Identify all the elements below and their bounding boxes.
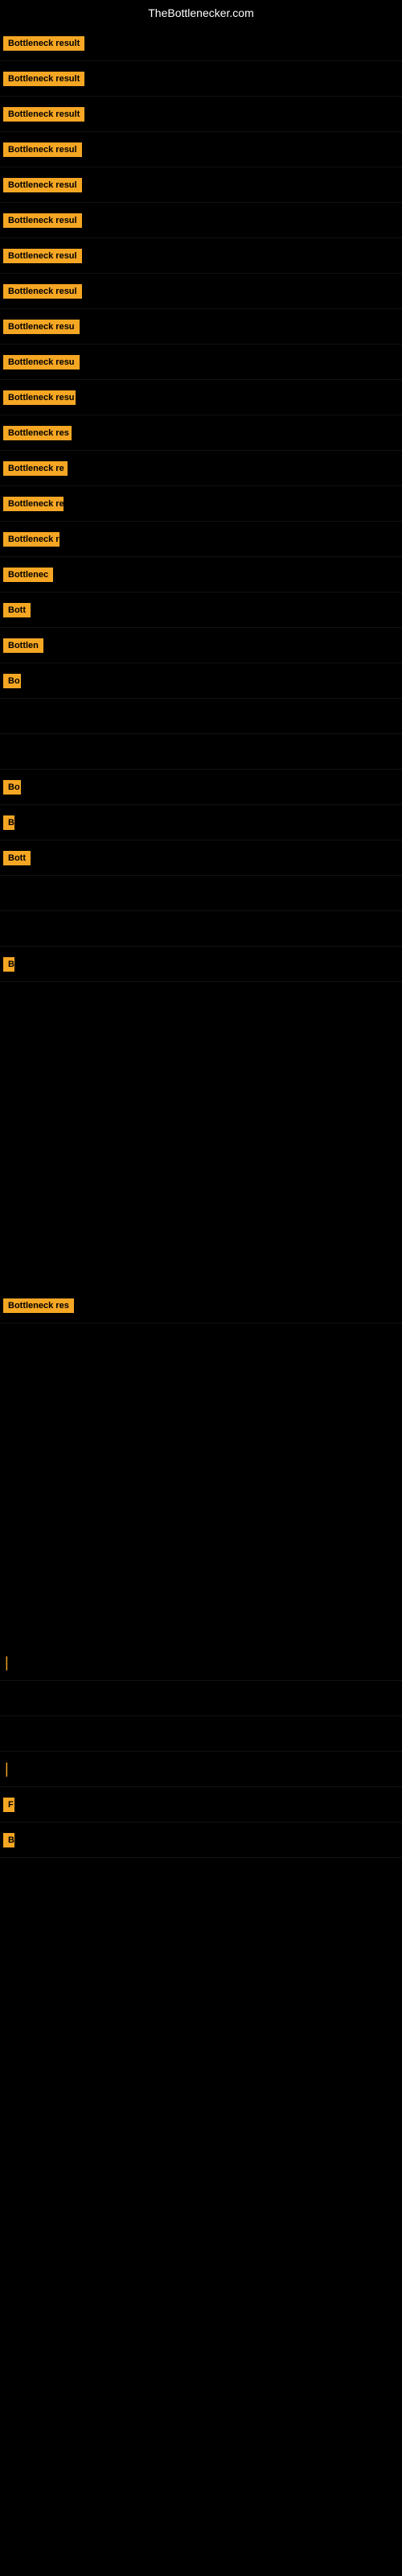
bottleneck-badge: B bbox=[3, 957, 14, 972]
bottleneck-badge: Bottleneck resul bbox=[3, 249, 82, 263]
table-row-bottom: | bbox=[0, 1645, 402, 1681]
table-row bbox=[0, 699, 402, 734]
bottleneck-badge: Bo bbox=[3, 780, 21, 795]
table-row-lower: Bottleneck res bbox=[0, 1288, 402, 1323]
bottleneck-badge: Bottleneck resul bbox=[3, 142, 82, 157]
table-row-bottom: B bbox=[0, 1823, 402, 1858]
table-row-bottom: | bbox=[0, 1752, 402, 1787]
table-row: Bo bbox=[0, 663, 402, 699]
bottleneck-badge: Bottleneck re bbox=[3, 461, 68, 476]
table-row: Bott bbox=[0, 840, 402, 876]
table-row: Bottleneck resul bbox=[0, 167, 402, 203]
bottleneck-badge: Bottleneck result bbox=[3, 72, 84, 86]
pipe-indicator-2: | bbox=[2, 1757, 12, 1781]
bottleneck-badge-lower: Bottleneck res bbox=[3, 1298, 74, 1313]
table-row: Bottleneck result bbox=[0, 26, 402, 61]
table-row bbox=[0, 911, 402, 947]
table-row-bottom bbox=[0, 1681, 402, 1716]
table-row: Bottleneck re bbox=[0, 451, 402, 486]
table-row: B bbox=[0, 805, 402, 840]
table-row-bottom: F bbox=[0, 1787, 402, 1823]
table-row: Bo bbox=[0, 770, 402, 805]
bottleneck-badge: B bbox=[3, 815, 14, 830]
bottleneck-badge: Bottleneck resu bbox=[3, 390, 76, 405]
bottleneck-badge: Bottleneck resu bbox=[3, 320, 80, 334]
bottleneck-badge-b: B bbox=[3, 1833, 14, 1847]
table-row: Bottleneck resul bbox=[0, 203, 402, 238]
table-row: Bottleneck re bbox=[0, 522, 402, 557]
table-row: Bottleneck result bbox=[0, 97, 402, 132]
spacer-section-2 bbox=[0, 1323, 402, 1645]
table-row: B bbox=[0, 947, 402, 982]
bottleneck-badge: Bottleneck resul bbox=[3, 213, 82, 228]
table-row: Bottleneck resul bbox=[0, 238, 402, 274]
bottleneck-badge: Bottleneck result bbox=[3, 107, 84, 122]
bottleneck-badge: Bottleneck re bbox=[3, 532, 59, 547]
table-row bbox=[0, 876, 402, 911]
bottleneck-badge: Bottleneck resu bbox=[3, 355, 80, 369]
bottleneck-badge: Bottlen bbox=[3, 638, 43, 653]
table-row: Bottlenec bbox=[0, 557, 402, 592]
table-row: Bottleneck resu bbox=[0, 309, 402, 345]
table-row bbox=[0, 734, 402, 770]
bottleneck-badge: Bottleneck resul bbox=[3, 178, 82, 192]
table-row: Bottleneck resul bbox=[0, 274, 402, 309]
bottleneck-badge: Bott bbox=[3, 851, 31, 865]
table-row: Bottlen bbox=[0, 628, 402, 663]
table-row: Bottleneck resul bbox=[0, 132, 402, 167]
bottleneck-badge: Bottleneck result bbox=[3, 36, 84, 51]
table-row: Bottleneck re bbox=[0, 486, 402, 522]
bottleneck-badge-f: F bbox=[3, 1798, 14, 1812]
site-title: TheBottlenecker.com bbox=[0, 0, 402, 26]
bottleneck-badge: Bottleneck re bbox=[3, 497, 64, 511]
bottleneck-badge: Bott bbox=[3, 603, 31, 617]
bottleneck-badge: Bottlenec bbox=[3, 568, 53, 582]
bottleneck-badge: Bottleneck resul bbox=[3, 284, 82, 299]
table-row: Bottleneck resu bbox=[0, 345, 402, 380]
bottleneck-badge: Bo bbox=[3, 674, 21, 688]
site-header: TheBottlenecker.com bbox=[0, 0, 402, 26]
table-row-bottom bbox=[0, 1716, 402, 1752]
table-row: Bottleneck res bbox=[0, 415, 402, 451]
bottleneck-badge: Bottleneck res bbox=[3, 426, 72, 440]
table-row: Bottleneck resu bbox=[0, 380, 402, 415]
table-row: Bott bbox=[0, 592, 402, 628]
table-row: Bottleneck result bbox=[0, 61, 402, 97]
pipe-indicator: | bbox=[2, 1651, 12, 1674]
spacer-section bbox=[0, 982, 402, 1288]
